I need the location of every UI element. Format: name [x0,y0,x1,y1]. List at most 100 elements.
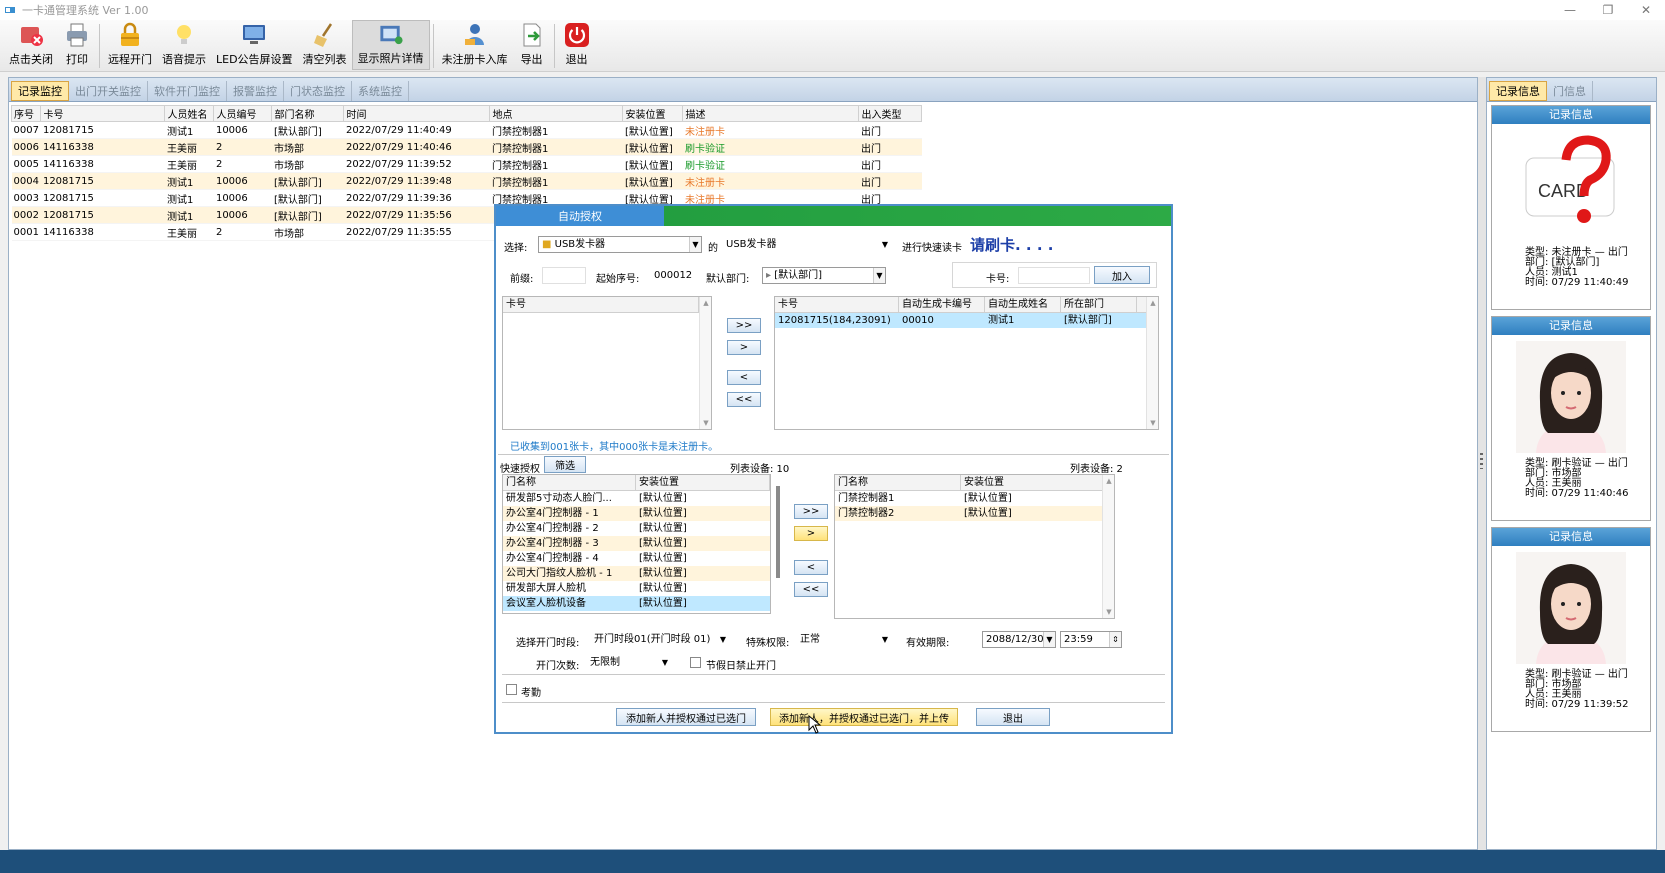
close-app-icon [21,27,43,46]
list-item[interactable]: 办公室4门控制器 - 2 [默认位置] [503,521,770,536]
exit-button[interactable]: 退出 [558,20,596,70]
door-move-all-left-button[interactable]: << [794,582,828,597]
tab-exit-switch-monitor[interactable]: 出门开关监控 [69,81,148,101]
divider [502,702,1165,703]
table-row[interactable]: 0006 14116338 王美丽 2 市场部 2022/07/29 11:40:46 门禁… [11,138,922,156]
reader-select[interactable]: ■ USB发卡器 ▼ [538,236,702,253]
col-header: 卡号 [503,297,699,312]
close-click-button[interactable]: 点击关闭 [4,20,58,70]
remote-open-button[interactable]: 远程开门 [103,20,157,70]
door-move-all-right-button[interactable]: >> [794,504,828,519]
add-authorize-upload-button[interactable]: 添加新人，并授权通过已选门，并上传 [770,708,958,726]
add-and-authorize-button[interactable]: 添加新人并授权通过已选门 [616,708,756,726]
list-item[interactable]: 研发部大屏人脸机 [默认位置] [503,581,770,596]
default-dept-select[interactable]: ▸ [默认部门] ▼ [762,267,886,284]
print-button[interactable]: 打印 [58,20,96,70]
list-item[interactable]: 办公室4门控制器 - 3 [默认位置] [503,536,770,551]
voice-prompt-button[interactable]: 语音提示 [157,20,211,70]
tab-alarm-monitor[interactable]: 报警监控 [227,81,284,101]
collected-card-list[interactable]: 卡号 ▲ ▼ [502,296,712,430]
move-all-left-button[interactable]: << [727,392,761,407]
scroll-up-icon[interactable]: ▲ [700,297,711,309]
valid-date-picker[interactable]: 2088/12/30 ▼ [982,631,1056,648]
list-item[interactable]: 门禁控制器1 [默认位置] [835,491,1114,506]
scrollbar[interactable]: ▲ ▼ [1102,475,1114,618]
clear-list-button[interactable]: 清空列表 [298,20,352,70]
col-header[interactable]: 序号 [10,105,42,122]
dept-icon: ▸ [766,270,772,281]
minimize-icon[interactable]: — [1551,0,1589,20]
open-count-select[interactable]: 无限制 ▼ [586,654,672,671]
dialog-title[interactable]: 自动授权 [496,206,664,226]
holiday-checkbox[interactable] [690,657,701,668]
start-number-value[interactable]: 000012 [654,270,692,281]
tab-system-monitor[interactable]: 系统监控 [352,81,409,101]
table-row[interactable]: 0007 12081715 测试1 10006 [默认部门] 2022/07/29 11:… [11,121,922,139]
tab-software-open-monitor[interactable]: 软件开门监控 [148,81,227,101]
card-number-input[interactable] [1018,267,1090,284]
col-header[interactable]: 出入类型 [858,105,923,122]
attendance-checkbox[interactable] [506,684,517,695]
col-header[interactable]: 人员姓名 [164,105,215,122]
led-settings-button[interactable]: LED公告屏设置 [211,20,298,70]
door-move-right-button[interactable]: > [794,526,828,541]
period-select[interactable]: 开门时段01(开门时段 01) ▼ [590,631,730,648]
table-row[interactable]: 0004 12081715 测试1 10006 [默认部门] 2022/07/29 11:… [11,172,922,190]
col-header[interactable]: 安装位置 [622,105,684,122]
col-header[interactable]: 时间 [343,105,491,122]
selected-door-list[interactable]: 门名称 安装位置 门禁控制器1 [默认位置] 门禁控制器2 [默认位置] ▲ ▼ [834,474,1115,619]
filter-button[interactable]: 筛选 [544,456,586,473]
dialog-exit-button[interactable]: 退出 [976,708,1050,726]
scroll-down-icon[interactable]: ▼ [700,417,711,429]
show-photo-details-button[interactable]: 显示照片详情 [351,20,430,70]
record-card[interactable]: 记录信息 类型: 刷卡验证 — 出门 部门: 市场部 人员: 王美丽 时间: 0… [1491,316,1651,521]
scroll-down-icon[interactable]: ▼ [1103,606,1114,618]
table-header-row: 序号 卡号 人员姓名 人员编号 部门名称 时间 地点 安装位置 描述 出入类型 [10,105,923,122]
record-card[interactable]: 记录信息 CARD 类型: 未注册卡 — 出门 部门: [默认部门] 人员: 测… [1491,105,1651,310]
list-item[interactable]: 公司大门指纹人脸机 - 1 [默认位置] [503,566,770,581]
door-move-left-button[interactable]: < [794,560,828,575]
scroll-up-icon[interactable]: ▲ [1103,475,1114,487]
col-header[interactable]: 描述 [682,105,860,122]
special-permission-select[interactable]: 正常 ▼ [796,631,892,648]
close-icon[interactable]: ✕ [1627,0,1665,20]
list-item[interactable]: 研发部5寸动态人脸门... [默认位置] [503,491,770,506]
col-header[interactable]: 人员编号 [213,105,273,122]
list-item[interactable]: 办公室4门控制器 - 4 [默认位置] [503,551,770,566]
available-door-list[interactable]: 门名称 安装位置 研发部5寸动态人脸门... [默认位置] 办公室4门控制器 - … [502,474,771,614]
add-card-button[interactable]: 加入 [1094,266,1150,284]
col-header[interactable]: 部门名称 [271,105,345,122]
table-row[interactable]: 0005 14116338 王美丽 2 市场部 2022/07/29 11:39:52 门禁… [11,155,922,173]
scrollbar[interactable] [776,486,780,578]
move-right-button[interactable]: > [727,340,761,355]
move-all-right-button[interactable]: >> [727,318,761,333]
panel-splitter[interactable] [1478,77,1486,850]
scrollbar[interactable]: ▲ ▼ [699,297,711,429]
col-header[interactable]: 地点 [489,105,624,122]
prefix-input[interactable] [542,267,586,284]
move-left-button[interactable]: < [727,370,761,385]
col-header[interactable]: 卡号 [40,105,166,122]
list-item[interactable]: 门禁控制器2 [默认位置] [835,506,1114,521]
scrollbar[interactable]: ▲ ▼ [1146,297,1158,429]
tab-door-info[interactable]: 门信息 [1547,81,1593,101]
list-item[interactable]: 会议室人脸机设备 [默认位置] [503,596,770,611]
list-item[interactable]: 12081715(184,23091) 00010 测试1 [默认部门] [775,313,1158,328]
pending-card-list[interactable]: 卡号 自动生成卡编号 自动生成姓名 所在部门 12081715(184,2309… [774,296,1159,430]
tab-record-info[interactable]: 记录信息 [1489,81,1547,101]
tab-record-monitor[interactable]: 记录监控 [11,81,69,101]
list-item[interactable]: 办公室4门控制器 - 1 [默认位置] [503,506,770,521]
valid-time-spinner[interactable]: 23:59 ⇕ [1060,631,1122,648]
col-header: 门名称 [503,475,636,490]
record-card[interactable]: 记录信息 类型: 刷卡验证 — 出门 部门: 市场部 人员: 王美丽 时间: 0… [1491,527,1651,732]
app-icon [5,7,15,13]
scroll-up-icon[interactable]: ▲ [1147,297,1158,309]
tab-door-status-monitor[interactable]: 门状态监控 [284,81,352,101]
reader-select-2[interactable]: USB发卡器 ▼ [722,236,892,253]
scroll-down-icon[interactable]: ▼ [1147,417,1158,429]
quick-auth-label: 快速授权 [500,464,540,475]
card-question-icon: CARD [1516,130,1626,242]
export-button[interactable]: 导出 [513,20,551,70]
restore-icon[interactable]: ❐ [1589,0,1627,20]
unregistered-card-import-button[interactable]: 未注册卡入库 [437,20,513,70]
